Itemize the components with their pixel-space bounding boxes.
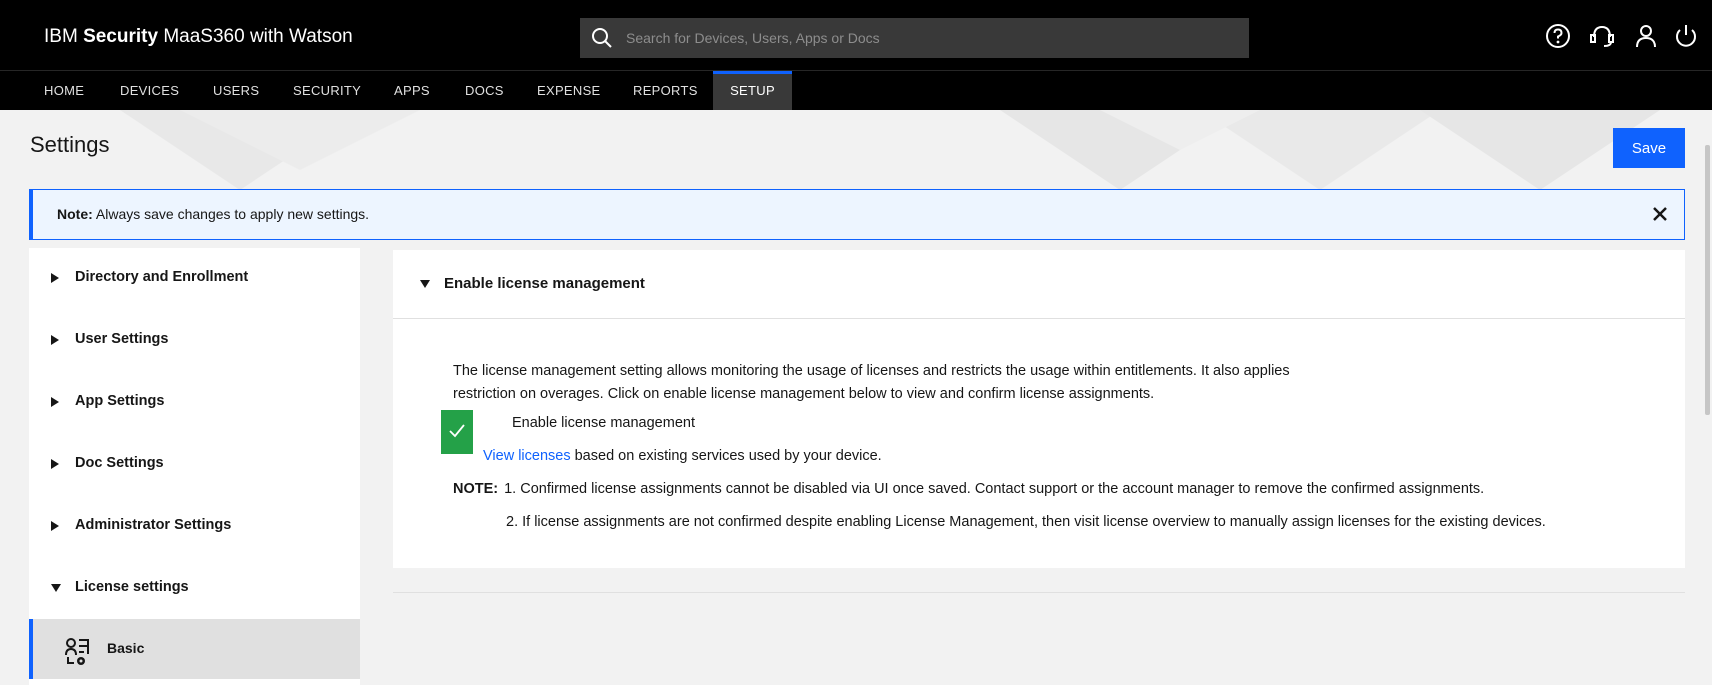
sidebar-item-doc-settings[interactable]: Doc Settings — [29, 434, 360, 496]
nav-apps[interactable]: APPS — [384, 71, 440, 111]
search-icon[interactable] — [590, 26, 614, 50]
sidebar-item-user-settings[interactable]: User Settings — [29, 310, 360, 372]
note-1-text: 1. Confirmed license assignments cannot … — [504, 481, 1485, 497]
enable-license-checkbox[interactable] — [441, 410, 473, 454]
checkmark-icon — [449, 424, 465, 438]
brand-bold: Security — [83, 26, 159, 47]
note-line-1: NOTE: 1. Confirmed license assignments ca… — [453, 481, 1484, 497]
notification-text: Note: Always save changes to apply new s… — [57, 206, 369, 222]
caret-right-icon — [51, 397, 59, 407]
caret-right-icon — [51, 273, 59, 283]
sidebar-item-administrator-settings[interactable]: Administrator Settings — [29, 496, 360, 558]
license-description: The license management setting allows mo… — [453, 360, 1373, 406]
view-licenses-link[interactable]: View licenses — [483, 448, 571, 464]
nav-docs[interactable]: DOCS — [455, 71, 514, 111]
notification-bold: Note: — [57, 206, 93, 222]
caret-down-icon — [51, 584, 61, 592]
sidebar-subitem-label: Basic — [107, 640, 145, 656]
section-title: Enable license management — [444, 275, 645, 292]
description-line-1: The license management setting allows mo… — [453, 363, 1290, 379]
license-management-panel: Enable license management The license ma… — [393, 250, 1685, 568]
nav-setup[interactable]: SETUP — [713, 71, 792, 111]
caret-right-icon — [51, 459, 59, 469]
page-title: Settings — [30, 132, 110, 157]
sidebar-item-app-settings[interactable]: App Settings — [29, 372, 360, 434]
app-root: IBM Security MaaS360 with Watson Search … — [0, 0, 1712, 685]
save-notification: Note: Always save changes to apply new s… — [29, 189, 1685, 240]
help-icon[interactable] — [1544, 22, 1572, 50]
notification-message: Always save changes to apply new setting… — [92, 206, 370, 222]
sidebar-item-label: Administrator Settings — [75, 517, 232, 533]
view-licenses-suffix: based on existing services used by your … — [570, 448, 882, 464]
nav-security[interactable]: SECURITY — [283, 71, 371, 111]
caret-down-icon — [420, 280, 430, 288]
caret-right-icon — [51, 521, 59, 531]
note-label: NOTE: — [453, 481, 499, 497]
license-settings-icon — [65, 638, 89, 665]
power-icon[interactable] — [1672, 22, 1700, 50]
section-header-enable-license[interactable]: Enable license management — [393, 250, 1685, 319]
brand-logo[interactable]: IBM Security MaaS360 with Watson — [44, 26, 353, 48]
content-divider — [393, 592, 1685, 593]
view-licenses-line: View licenses based on existing services… — [483, 448, 882, 464]
nav-expense[interactable]: EXPENSE — [527, 71, 611, 111]
enable-license-label: Enable license management — [512, 415, 695, 431]
support-headset-icon[interactable] — [1588, 22, 1616, 50]
close-icon[interactable] — [1648, 202, 1672, 226]
sidebar-item-license-settings[interactable]: License settings — [29, 558, 360, 620]
settings-sidebar: Directory and Enrollment User Settings A… — [29, 248, 360, 685]
header-pattern — [0, 110, 1712, 190]
nav-home[interactable]: HOME — [34, 71, 94, 111]
user-icon[interactable] — [1632, 22, 1660, 50]
save-button[interactable]: Save — [1613, 128, 1685, 168]
nav-reports[interactable]: REPORTS — [623, 71, 708, 111]
sidebar-item-label: App Settings — [75, 393, 165, 409]
sidebar-subitem-basic[interactable]: Basic — [29, 619, 360, 679]
brand-prefix: IBM — [44, 26, 84, 47]
note-2-text: 2. If license assignments are not confir… — [506, 514, 1546, 530]
sidebar-item-directory-enrollment[interactable]: Directory and Enrollment — [29, 248, 360, 310]
header-actions — [1544, 22, 1704, 50]
sidebar-item-label: User Settings — [75, 331, 169, 347]
nav-devices[interactable]: DEVICES — [110, 71, 189, 111]
sidebar-item-label: Directory and Enrollment — [75, 269, 249, 285]
page-scrollbar[interactable] — [1705, 145, 1710, 415]
top-header: IBM Security MaaS360 with Watson — [0, 0, 1712, 70]
caret-right-icon — [51, 335, 59, 345]
sidebar-item-label: License settings — [75, 579, 189, 595]
description-line-2: restriction on overages. Click on enable… — [453, 386, 1155, 402]
global-search — [580, 18, 1249, 58]
main-nav: HOME DEVICES USERS SECURITY APPS DOCS EX… — [0, 70, 1712, 111]
sidebar-item-label: Doc Settings — [75, 455, 164, 471]
nav-users[interactable]: USERS — [203, 71, 269, 111]
search-input[interactable] — [626, 18, 1236, 58]
decorative-pattern-graphic — [120, 110, 1660, 190]
brand-suffix: MaaS360 with Watson — [158, 26, 353, 47]
